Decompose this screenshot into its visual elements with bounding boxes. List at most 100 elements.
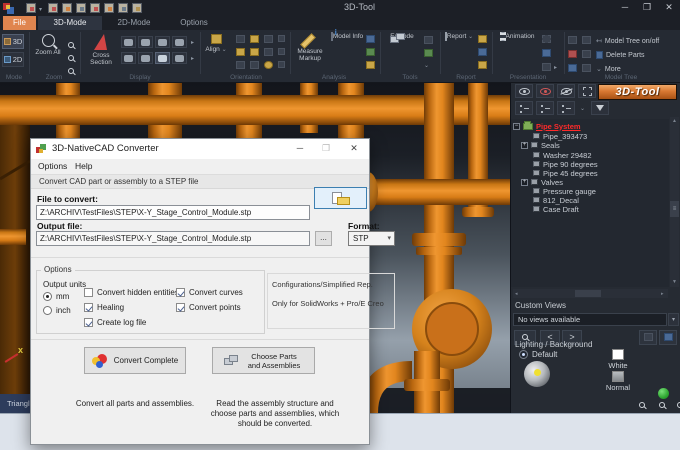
tree-list-icon[interactable] [582,36,591,44]
display-row1-more-icon[interactable]: ▸ [191,39,194,46]
lighting-sphere[interactable] [524,361,550,387]
presentation-monitor-icon[interactable] [542,63,551,71]
view-rotate-icon[interactable] [250,61,259,69]
scroll-right-icon[interactable]: ▸ [661,291,664,297]
tree-select2-icon[interactable] [582,64,591,72]
background-white-swatch[interactable] [612,349,624,360]
minimize-button[interactable]: ─ [616,0,634,15]
file-to-convert-input[interactable] [36,205,310,220]
fit-selection-button[interactable] [578,84,596,98]
tree-options-button[interactable] [515,101,533,115]
zoom-out-tool-button[interactable] [655,399,668,410]
view-right-icon[interactable] [250,48,259,56]
presentation-more-icon[interactable]: ▸ [554,64,557,71]
tools-note-icon[interactable] [424,36,433,44]
quick-tool-icon-5[interactable] [104,3,114,13]
create-log-checkbox[interactable]: Create log file [84,318,146,327]
unit-inch-radio[interactable]: inch [43,306,71,315]
expand-plus-icon[interactable]: + [521,141,528,149]
quick-tool-icon-7[interactable] [132,3,142,13]
tree-root-row[interactable]: − Pipe System [513,120,581,131]
expand-tree-button[interactable] [536,101,554,115]
display-white-button[interactable] [155,36,170,48]
mode-3d-button[interactable]: 3D [2,34,24,49]
scrollbar-handle[interactable] [575,290,601,297]
scroll-up-icon[interactable]: ▲ [670,117,679,124]
analysis-draft-icon[interactable] [366,48,375,56]
load-views-button[interactable] [659,330,677,345]
quick-tool-icon-6[interactable] [118,3,128,13]
presentation-rotate-icon[interactable] [542,49,551,57]
view-left-icon[interactable] [236,48,245,56]
convert-curves-checkbox[interactable]: Convert curves [176,288,243,297]
report-button[interactable]: Report ⌄ [444,32,474,41]
tree-isolate-icon[interactable] [568,36,577,44]
tab-options[interactable]: Options [168,16,220,30]
filter-button[interactable] [591,101,609,115]
zoom-all-button[interactable]: Zoom All [32,33,64,56]
report-edit-icon[interactable] [478,61,487,69]
quick-tool-icon-1[interactable] [48,3,58,13]
cross-section-button[interactable]: Cross Section [84,33,118,66]
scrollbar-handle[interactable]: ≡ [670,201,679,217]
quick-tool-icon-2[interactable] [62,3,72,13]
align-dropdown-icon[interactable]: ⌄ [222,47,227,53]
delete-parts-button[interactable]: Delete Parts [596,49,645,61]
analysis-lock-icon[interactable] [366,61,375,69]
display-shaded-edges-button[interactable] [138,36,153,48]
rotate-90-ccw-icon[interactable] [278,35,285,42]
tree-item-row[interactable]: Case Draft [533,204,579,214]
tab-file[interactable]: File [3,16,36,30]
show-all-button[interactable] [515,84,533,98]
report-copy-icon[interactable] [478,48,487,56]
convert-hidden-checkbox[interactable]: Convert hidden entities [84,288,179,297]
display-illustration-button[interactable] [155,52,170,64]
tools-transform-icon[interactable] [424,49,433,57]
menu-options[interactable]: Options [38,161,67,171]
display-transparent-button[interactable] [172,36,187,48]
browse-file-button[interactable] [314,187,367,209]
dialog-close-button[interactable]: ✕ [343,139,365,158]
view-front-icon[interactable] [236,35,245,43]
tree-item-row[interactable]: + Seals [521,140,560,150]
format-select[interactable]: STP [348,231,395,246]
tab-3d-mode[interactable]: 3D-Mode [38,16,102,30]
menu-help[interactable]: Help [75,161,92,171]
model-info-button[interactable]: Model Info [330,32,364,41]
quick-tool-icon-4[interactable] [90,3,100,13]
collapse-tree-button[interactable] [557,101,575,115]
view-spin-icon[interactable] [264,61,273,69]
scroll-down-icon[interactable]: ▼ [670,279,679,285]
display-sketch-button[interactable] [172,52,187,64]
analysis-compare-icon[interactable] [366,35,375,43]
view-iso-icon[interactable] [264,35,273,43]
tree-hide-icon[interactable] [568,50,577,58]
display-wireframe-button[interactable] [121,52,136,64]
report-screenshot-icon[interactable] [478,35,487,43]
tree-select-icon[interactable] [568,64,577,72]
rotate-90-cw-icon[interactable] [278,48,285,55]
animation-button[interactable]: Animation [496,32,538,41]
hide-selected-button[interactable] [536,84,554,98]
mode-2d-button[interactable]: 2D [2,52,24,67]
tree-horizontal-scrollbar[interactable]: ◂ ▸ [513,289,668,298]
report-dropdown-icon[interactable]: ⌄ [468,34,473,40]
zoom-fit-tool-button[interactable] [673,399,680,410]
display-hidden-line-button[interactable] [138,52,153,64]
tab-2d-mode[interactable]: 2D-Mode [106,16,162,30]
quick-access-dropdown-icon[interactable]: ▾ [39,6,42,13]
view-bottom-icon[interactable] [236,61,245,69]
rotate-180-icon[interactable] [278,61,285,68]
unit-mm-radio[interactable]: mm [43,292,69,301]
zoom-in-tool-button[interactable] [635,399,648,410]
expand-plus-icon[interactable]: + [521,178,528,186]
save-views-button[interactable] [639,330,657,345]
choose-parts-button[interactable]: Choose Parts and Assemblies [212,347,315,374]
output-file-input[interactable] [36,231,310,246]
tools-more-icon[interactable]: ⌄ [424,62,429,69]
close-button[interactable]: ✕ [660,0,678,15]
display-shaded-button[interactable] [121,36,136,48]
tree-list2-icon[interactable] [582,50,591,58]
collapse-minus-icon[interactable]: − [513,122,520,130]
maximize-button[interactable]: ❐ [638,0,656,15]
